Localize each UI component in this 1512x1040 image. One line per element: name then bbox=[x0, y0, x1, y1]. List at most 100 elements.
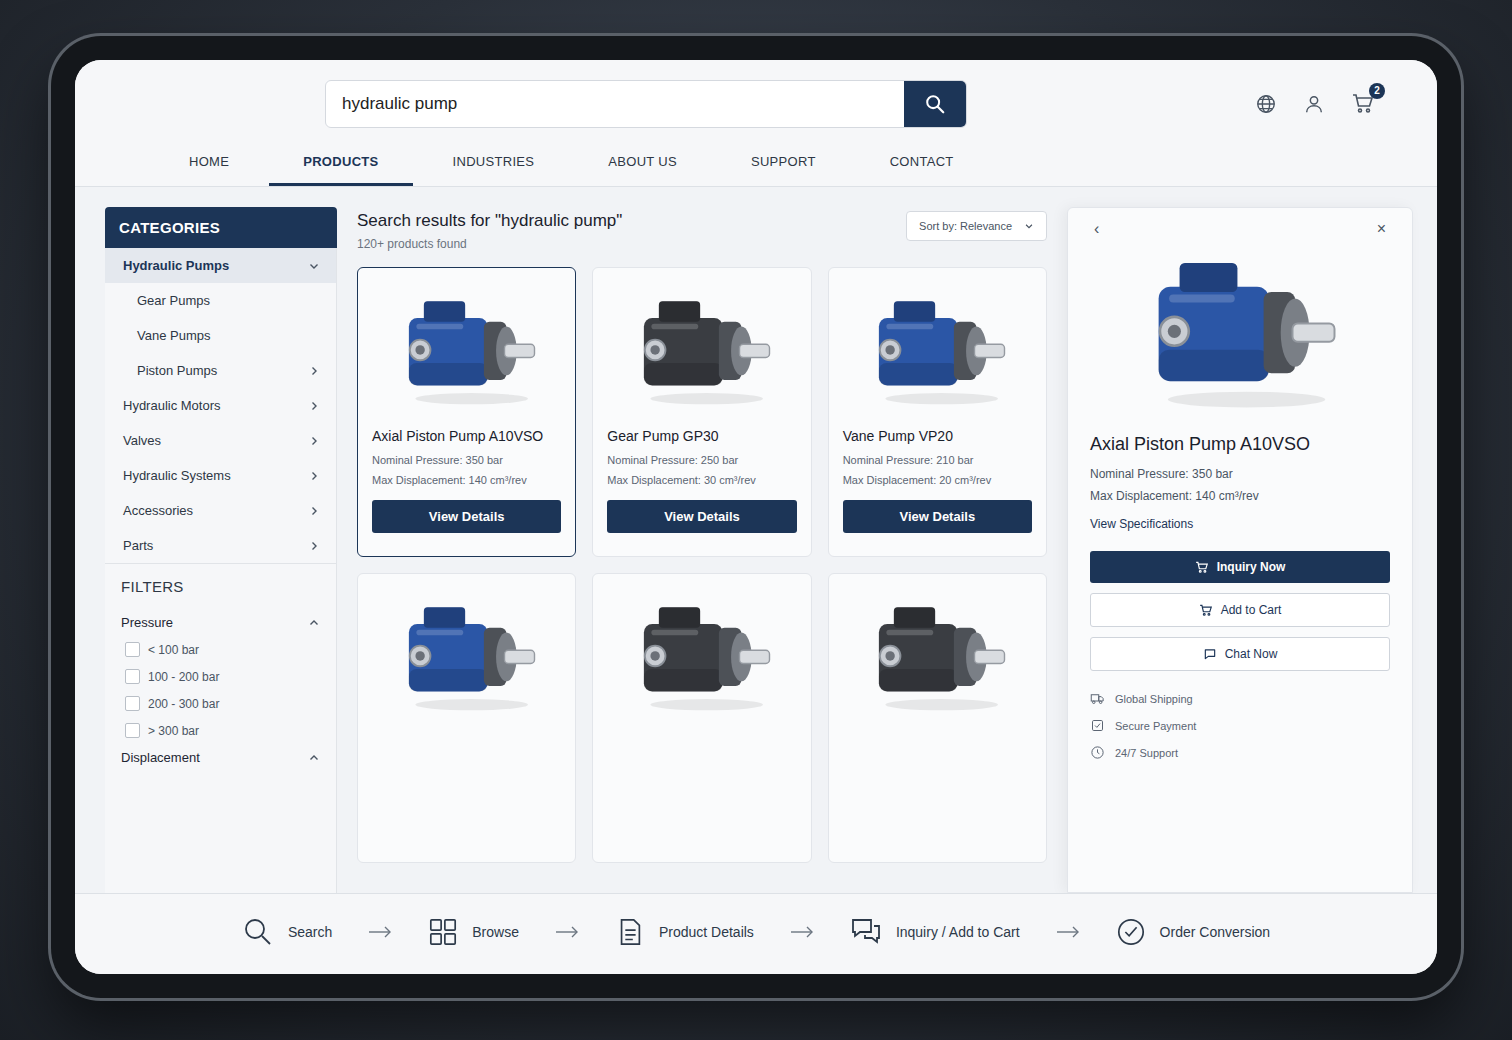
category-list: Hydraulic PumpsGear PumpsVane PumpsPisto… bbox=[105, 248, 337, 563]
cart-icon bbox=[1199, 603, 1213, 617]
product-card[interactable] bbox=[592, 573, 811, 863]
category-item[interactable]: Hydraulic Systems bbox=[105, 458, 336, 493]
back-button[interactable]: ‹ bbox=[1090, 220, 1103, 238]
product-grid: Axial Piston Pump A10VSO Nominal Pressure… bbox=[357, 267, 1047, 863]
product-card[interactable] bbox=[357, 573, 576, 863]
product-name: Axial Piston Pump A10VSO bbox=[372, 428, 561, 444]
chevron-right-icon bbox=[308, 505, 320, 517]
nav-item[interactable]: CONTACT bbox=[856, 138, 988, 186]
product-name: Gear Pump GP30 bbox=[607, 428, 796, 444]
checkbox[interactable] bbox=[125, 642, 140, 657]
checkbox[interactable] bbox=[125, 723, 140, 738]
category-item[interactable]: Gear Pumps bbox=[105, 283, 336, 318]
cart-button[interactable]: 2 bbox=[1351, 91, 1377, 117]
clock-icon bbox=[1090, 745, 1105, 760]
view-details-button[interactable]: View Details bbox=[607, 500, 796, 533]
flow-step: Search bbox=[242, 916, 332, 948]
checkbox[interactable] bbox=[125, 696, 140, 711]
results-count: 120+ products found bbox=[357, 237, 622, 251]
detail-controls: ‹× bbox=[1090, 220, 1390, 238]
flow-step: Product Details bbox=[615, 917, 754, 947]
chat-icon bbox=[850, 917, 882, 947]
filter-option[interactable]: > 300 bar bbox=[121, 717, 320, 744]
product-name: Vane Pump VP20 bbox=[843, 428, 1032, 444]
view-details-button[interactable]: View Details bbox=[843, 500, 1032, 533]
filter-option[interactable]: 100 - 200 bar bbox=[121, 663, 320, 690]
product-pressure: Nominal Pressure: 350 bar bbox=[372, 454, 561, 466]
product-card[interactable] bbox=[828, 573, 1047, 863]
filter-option[interactable]: 200 - 300 bar bbox=[121, 690, 320, 717]
filters-panel: FILTERS Pressure< 100 bar100 - 200 bar200… bbox=[105, 563, 337, 893]
detail-displacement: Max Displacement: 140 cm³/rev bbox=[1090, 489, 1390, 503]
product-image bbox=[627, 590, 777, 720]
category-item[interactable]: Accessories bbox=[105, 493, 336, 528]
search-bar[interactable]: hydraulic pump bbox=[325, 80, 967, 128]
filter-group-header[interactable]: Displacement bbox=[121, 744, 320, 771]
check-circle-icon bbox=[1116, 917, 1146, 947]
feature-item: Secure Payment bbox=[1090, 718, 1390, 733]
main-nav: HOMEPRODUCTSINDUSTRIESABOUT USSUPPORTCON… bbox=[75, 138, 1437, 187]
product-image bbox=[862, 590, 1012, 720]
category-item[interactable]: Vane Pumps bbox=[105, 318, 336, 353]
search-icon bbox=[924, 93, 946, 115]
view-specifications-link[interactable]: View Specifications bbox=[1090, 517, 1390, 531]
categories-title: CATEGORIES bbox=[105, 207, 337, 248]
category-item[interactable]: Hydraulic Motors bbox=[105, 388, 336, 423]
product-card[interactable]: Axial Piston Pump A10VSO Nominal Pressure… bbox=[357, 267, 576, 557]
flow-step: Browse bbox=[428, 917, 519, 947]
add-to-cart-button[interactable]: Add to Cart bbox=[1090, 593, 1390, 627]
truck-icon bbox=[1090, 691, 1105, 706]
product-pressure: Nominal Pressure: 250 bar bbox=[607, 454, 796, 466]
feature-item: Global Shipping bbox=[1090, 691, 1390, 706]
chat-icon bbox=[1203, 647, 1217, 661]
filter-option[interactable]: < 100 bar bbox=[121, 636, 320, 663]
sort-dropdown[interactable]: Sort by: Relevance bbox=[906, 211, 1047, 241]
detail-product-image bbox=[1135, 240, 1345, 420]
inquiry-button[interactable]: Inquiry Now bbox=[1090, 551, 1390, 583]
category-item[interactable]: Piston Pumps bbox=[105, 353, 336, 388]
feature-item: 24/7 Support bbox=[1090, 745, 1390, 760]
checkbox[interactable] bbox=[125, 669, 140, 684]
chevron-right-icon bbox=[308, 400, 320, 412]
filter-group-header[interactable]: Pressure bbox=[121, 609, 320, 636]
filters-title: FILTERS bbox=[121, 578, 320, 595]
nav-item[interactable]: PRODUCTS bbox=[269, 138, 412, 186]
nav-item[interactable]: INDUSTRIES bbox=[419, 138, 569, 186]
arrow-right-icon bbox=[1056, 926, 1080, 938]
nav-item[interactable]: ABOUT US bbox=[574, 138, 711, 186]
tablet-frame: hydraulic pump 2 HOMEPRODUCTSINDUSTRIESABO… bbox=[51, 36, 1461, 998]
header: hydraulic pump 2 bbox=[75, 60, 1437, 138]
chat-button[interactable]: Chat Now bbox=[1090, 637, 1390, 671]
product-displacement: Max Displacement: 140 cm³/rev bbox=[372, 474, 561, 486]
category-item[interactable]: Parts bbox=[105, 528, 336, 563]
user-icon[interactable] bbox=[1303, 93, 1325, 115]
product-image bbox=[392, 284, 542, 414]
arrow-right-icon bbox=[790, 926, 814, 938]
close-button[interactable]: × bbox=[1373, 220, 1390, 238]
page-body: CATEGORIESHydraulic PumpsGear PumpsVane … bbox=[75, 187, 1437, 893]
product-card[interactable]: Vane Pump VP20Nominal Pressure: 210 barM… bbox=[828, 267, 1047, 557]
nav-item[interactable]: SUPPORT bbox=[717, 138, 850, 186]
category-item[interactable]: Hydraulic Pumps bbox=[105, 248, 336, 283]
product-image bbox=[392, 590, 542, 720]
product-card[interactable]: Gear Pump GP30 Nominal Pressure: 250 bar M… bbox=[592, 267, 811, 557]
flow-step: Order Conversion bbox=[1116, 917, 1271, 947]
product-displacement: Max Displacement: 30 cm³/rev bbox=[607, 474, 796, 486]
nav-item[interactable]: HOME bbox=[155, 138, 263, 186]
document-icon bbox=[615, 917, 645, 947]
chevron-right-icon bbox=[308, 540, 320, 552]
chevron-right-icon bbox=[308, 470, 320, 482]
header-icons: 2 bbox=[1255, 91, 1377, 117]
stage: hydraulic pump 2 HOMEPRODUCTSINDUSTRIESABO… bbox=[0, 36, 1512, 1040]
view-details-button[interactable]: View Details bbox=[372, 500, 561, 533]
search-button[interactable] bbox=[904, 81, 966, 127]
arrow-right-icon bbox=[555, 926, 579, 938]
sidebar: CATEGORIESHydraulic PumpsGear PumpsVane … bbox=[105, 207, 337, 893]
results-header: Search results for "hydraulic pump"120+ … bbox=[357, 207, 1047, 267]
search-input[interactable]: hydraulic pump bbox=[326, 81, 904, 127]
globe-icon[interactable] bbox=[1255, 93, 1277, 115]
product-image bbox=[627, 284, 777, 414]
category-item[interactable]: Valves bbox=[105, 423, 336, 458]
product-detail-panel: ‹×Axial Piston Pump A10VSONominal Pressu… bbox=[1067, 207, 1413, 893]
chevron-right-icon bbox=[308, 435, 320, 447]
